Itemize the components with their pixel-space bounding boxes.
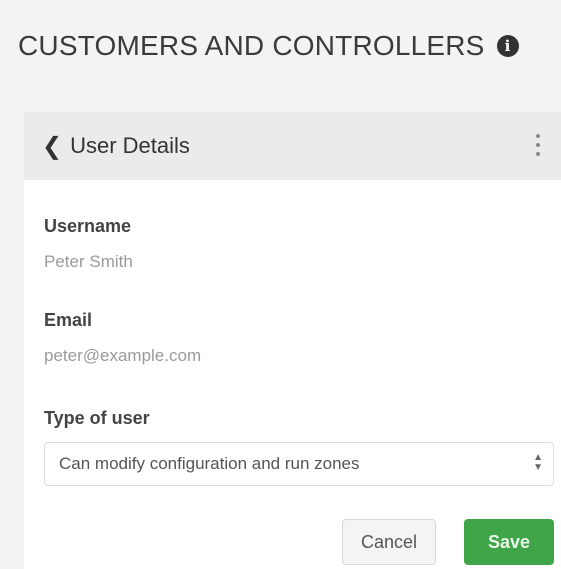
user-type-label: Type of user	[44, 408, 150, 428]
email-label: Email	[44, 310, 93, 330]
user-type-select[interactable]: Can modify configuration and run zones ▲…	[44, 442, 554, 486]
kebab-dot	[536, 143, 540, 147]
user-type-selected-value: Can modify configuration and run zones	[59, 454, 360, 473]
email-value: peter@example.com	[44, 346, 202, 365]
kebab-dot	[536, 152, 540, 156]
select-arrows-icon: ▲ ▼	[533, 452, 543, 473]
username-label: Username	[44, 216, 132, 236]
more-options-icon[interactable]	[535, 134, 541, 156]
page-title-text: CUSTOMERS AND CONTROLLERS	[18, 30, 485, 61]
username-value: Peter Smith	[44, 252, 133, 271]
user-details-card: ❮ User Details Username Peter Smith Emai…	[24, 112, 561, 569]
card-title[interactable]: User Details	[70, 133, 190, 159]
save-button[interactable]: Save	[464, 519, 554, 565]
page-title: CUSTOMERS AND CONTROLLERS i	[18, 30, 519, 62]
cancel-button[interactable]: Cancel	[342, 519, 436, 565]
kebab-dot	[536, 134, 540, 138]
card-header: ❮ User Details	[24, 112, 561, 180]
info-icon[interactable]: i	[496, 35, 519, 57]
back-icon[interactable]: ❮	[42, 132, 62, 161]
